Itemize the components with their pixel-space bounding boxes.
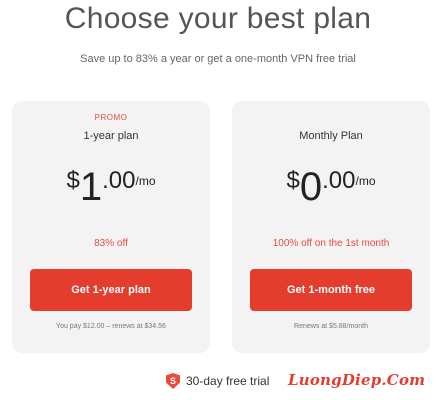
price-decimal: .00 xyxy=(322,167,356,194)
renewal-note: Renews at $5.88/month xyxy=(294,323,368,330)
price-period: /mo xyxy=(135,174,156,188)
price-decimal: .00 xyxy=(102,167,136,194)
price-integer: 0 xyxy=(299,165,323,209)
plan-name: Monthly Plan xyxy=(299,130,363,142)
price-currency: $ xyxy=(66,167,80,194)
plan-price: $0.00/mo xyxy=(232,165,430,210)
free-trial-label: 30-day free trial xyxy=(186,374,270,388)
plan-price: $1.00/mo xyxy=(12,165,210,210)
free-trial-badge: S 30-day free trial xyxy=(166,373,269,389)
price-period: /mo xyxy=(355,174,376,188)
price-integer: 1 xyxy=(79,165,103,209)
page-subtitle: Save up to 83% a year or get a one-month… xyxy=(80,53,356,65)
discount-label: 83% off xyxy=(94,238,128,249)
plan-card-monthly: Monthly Plan $0.00/mo 100% off on the 1s… xyxy=(232,101,430,353)
plan-name: 1-year plan xyxy=(83,130,139,142)
price-currency: $ xyxy=(286,167,300,194)
promo-badge: PROMO xyxy=(94,113,128,122)
page-title: Choose your best plan xyxy=(64,2,372,35)
get-1-month-free-button[interactable]: Get 1-month free xyxy=(250,269,412,311)
discount-label: 100% off on the 1st month xyxy=(272,238,390,249)
get-1-year-plan-button[interactable]: Get 1-year plan xyxy=(30,269,192,311)
renewal-note: You pay $12.00 – renews at $34.56 xyxy=(56,323,166,330)
shield-icon: S xyxy=(166,373,180,389)
watermark: LuongDiep.Com xyxy=(288,371,426,389)
plan-card-yearly: PROMO 1-year plan $1.00/mo 83% off Get 1… xyxy=(12,101,210,353)
